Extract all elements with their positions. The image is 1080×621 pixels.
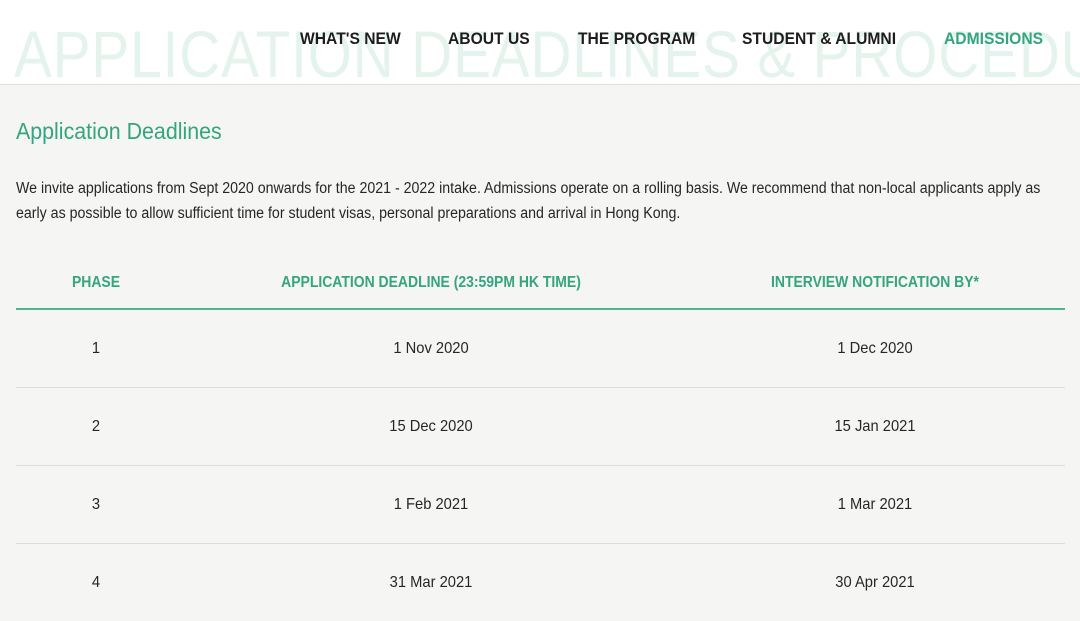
cell-interview-notification: 1 Mar 2021 <box>837 496 913 513</box>
cell-phase: 4 <box>91 574 101 591</box>
main-content: Application Deadlines We invite applicat… <box>0 85 1080 618</box>
cell-application-deadline: 1 Feb 2021 <box>393 496 469 513</box>
main-nav: WHAT'S NEW ABOUT US THE PROGRAM STUDENT … <box>0 0 1080 84</box>
column-header-application-deadline: APPLICATION DEADLINE (23:59PM HK TIME) <box>281 274 581 291</box>
table-header-row: PHASE APPLICATION DEADLINE (23:59PM HK T… <box>16 253 1065 310</box>
nav-item-the-program[interactable]: THE PROGRAM <box>578 28 695 50</box>
cell-interview-notification: 30 Apr 2021 <box>835 574 915 591</box>
nav-item-about-us[interactable]: ABOUT US <box>448 28 530 50</box>
cell-phase: 3 <box>91 496 101 513</box>
column-header-phase: PHASE <box>71 274 121 291</box>
nav-item-student-alumni[interactable]: STUDENT & ALUMNI <box>742 28 896 50</box>
table-row: 1 1 Nov 2020 1 Dec 2020 <box>16 310 1065 388</box>
cell-interview-notification: 15 Jan 2021 <box>834 418 916 435</box>
page-title: Application Deadlines <box>16 118 222 144</box>
table-row: 4 31 Mar 2021 30 Apr 2021 <box>16 544 1065 621</box>
nav-item-admissions[interactable]: ADMISSIONS <box>944 28 1043 50</box>
cell-application-deadline: 31 Mar 2021 <box>389 574 473 591</box>
deadlines-table: PHASE APPLICATION DEADLINE (23:59PM HK T… <box>16 253 1065 621</box>
intro-paragraph: We invite applications from Sept 2020 on… <box>16 180 1041 222</box>
table-row: 3 1 Feb 2021 1 Mar 2021 <box>16 466 1065 544</box>
nav-item-whats-new[interactable]: WHAT'S NEW <box>300 28 401 50</box>
column-header-interview-notification: INTERVIEW NOTIFICATION BY* <box>771 274 979 291</box>
cell-application-deadline: 1 Nov 2020 <box>393 340 469 357</box>
cell-phase: 1 <box>91 340 101 357</box>
site-header: APPLICATION DEADLINES & PROCEDURES WHAT'… <box>0 0 1080 85</box>
cell-phase: 2 <box>91 418 101 435</box>
cell-interview-notification: 1 Dec 2020 <box>837 340 913 357</box>
table-row: 2 15 Dec 2020 15 Jan 2021 <box>16 388 1065 466</box>
cell-application-deadline: 15 Dec 2020 <box>389 418 473 435</box>
